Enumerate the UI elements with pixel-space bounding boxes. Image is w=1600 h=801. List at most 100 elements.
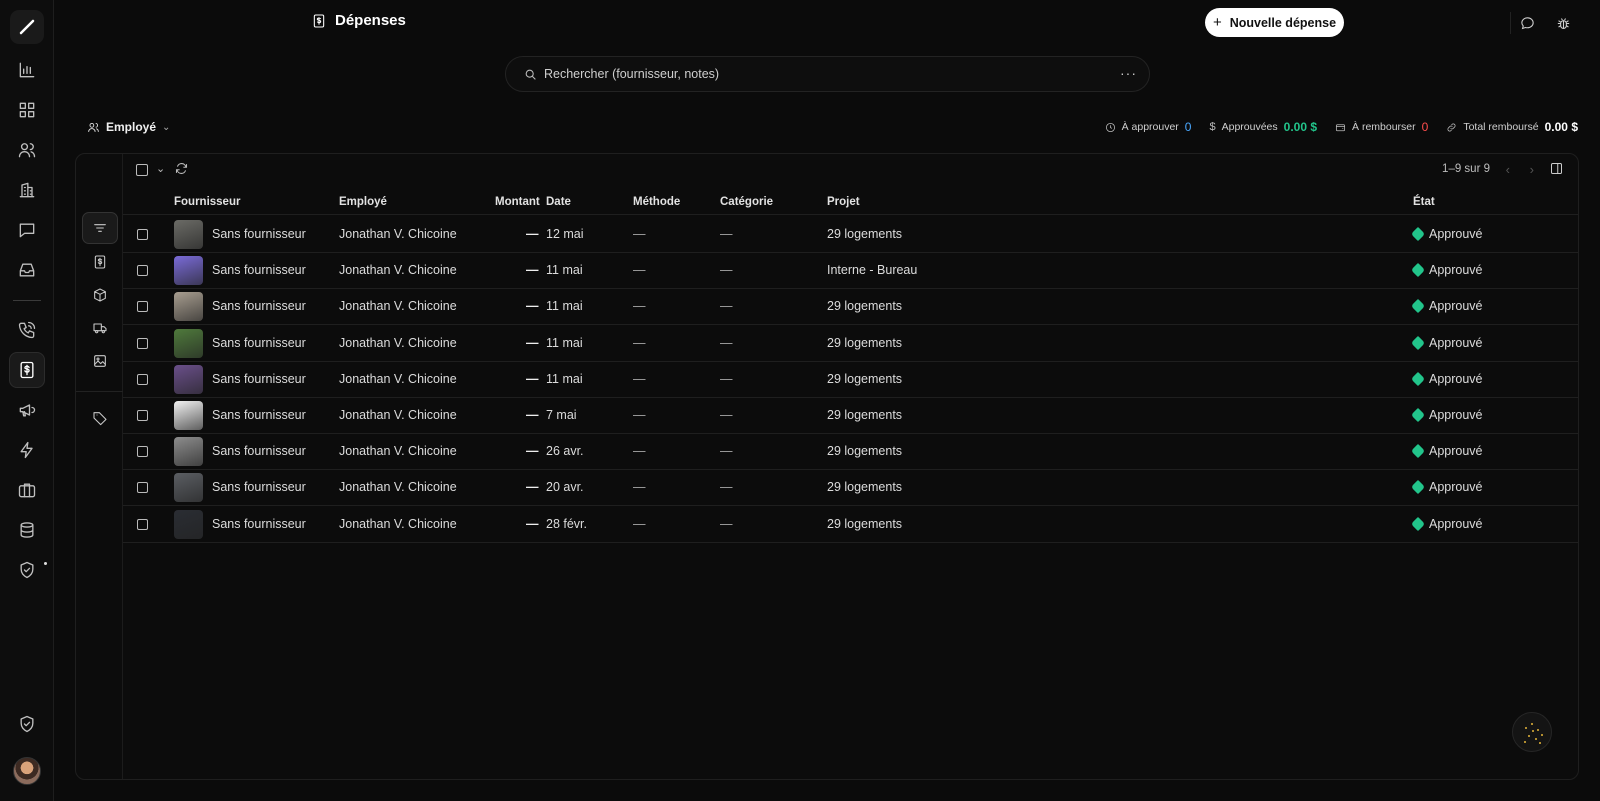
tag-status-icon (1410, 226, 1426, 242)
stat-label: Total remboursé (1463, 121, 1539, 133)
bug-icon[interactable] (1550, 10, 1576, 36)
table-row[interactable]: Sans fournisseur Jonathan V. Chicoine — 12 … (123, 216, 1578, 253)
lightning-icon[interactable] (9, 432, 45, 468)
cell-employee: Jonathan V. Chicoine (339, 444, 457, 459)
receipt-thumbnail[interactable] (174, 292, 203, 322)
row-checkbox[interactable] (137, 446, 148, 458)
tag-status-icon (1410, 480, 1426, 495)
user-avatar[interactable] (13, 757, 41, 785)
security-shield-icon[interactable] (9, 706, 45, 742)
table-row[interactable]: Sans fournisseur Jonathan V. Chicoine — 28 … (123, 506, 1578, 543)
cell-date: 11 mai (546, 263, 583, 278)
cell-category: — (720, 227, 733, 241)
image-icon[interactable] (82, 345, 118, 377)
megaphone-icon[interactable] (9, 392, 45, 428)
message-icon[interactable] (1514, 10, 1540, 36)
row-checkbox[interactable] (137, 265, 148, 277)
filter-icon[interactable] (82, 212, 118, 244)
table-row[interactable]: Sans fournisseur Jonathan V. Chicoine — 20 … (123, 469, 1578, 507)
inbox-icon[interactable] (9, 252, 45, 288)
cell-method: — (633, 227, 646, 241)
cell-status: Approuvé (1410, 263, 1483, 278)
cell-date: 12 mai (546, 227, 584, 241)
cell-project: 29 logements (827, 408, 903, 422)
status-label: Approuvé (1429, 263, 1483, 278)
table-row[interactable]: Sans fournisseur Jonathan V. Chicoine — 7 m… (123, 397, 1578, 434)
cell-category: — (720, 299, 733, 314)
tag-status-icon (1410, 299, 1426, 314)
cell-supplier: Sans fournisseur (212, 444, 306, 459)
cell-supplier: Sans fournisseur (212, 516, 306, 531)
refresh-icon[interactable] (174, 161, 189, 179)
row-checkbox[interactable] (137, 373, 148, 385)
search-input[interactable] (544, 67, 1104, 81)
cell-category: — (720, 263, 733, 278)
expenses-view-icon[interactable] (82, 246, 118, 278)
package-icon[interactable] (82, 279, 118, 311)
table-row[interactable]: Sans fournisseur Jonathan V. Chicoine — 11 … (123, 325, 1578, 362)
building-icon[interactable] (9, 172, 45, 208)
users-icon[interactable] (9, 132, 45, 168)
cell-method: — (633, 516, 646, 531)
column-header-project[interactable]: Projet (827, 196, 860, 208)
row-checkbox[interactable] (137, 301, 148, 313)
analytics-icon[interactable] (9, 52, 45, 88)
employee-filter[interactable]: Employé ⌄ (87, 120, 170, 134)
phone-icon[interactable] (9, 312, 45, 348)
chevron-right-icon[interactable]: › (1530, 162, 1534, 177)
receipt-thumbnail[interactable] (174, 473, 203, 503)
notification-dot (44, 562, 47, 565)
column-header-supplier[interactable]: Fournisseur (174, 196, 240, 208)
briefcase-icon[interactable] (9, 472, 45, 508)
column-header-status[interactable]: État (1413, 196, 1435, 208)
cell-method: — (633, 263, 646, 278)
column-header-amount[interactable]: Montant (495, 196, 540, 208)
row-checkbox[interactable] (137, 482, 148, 494)
dashboard-grid-icon[interactable] (9, 92, 45, 128)
chevron-down-icon[interactable]: ⌄ (156, 162, 165, 175)
more-options-icon[interactable]: ··· (1120, 65, 1137, 81)
chevron-left-icon[interactable]: ‹ (1506, 162, 1510, 177)
shield-check-icon[interactable] (9, 552, 45, 588)
row-checkbox[interactable] (137, 410, 148, 421)
cell-date: 11 mai (546, 299, 583, 314)
select-all-checkbox[interactable] (136, 164, 148, 176)
cell-status: Approuvé (1410, 444, 1483, 459)
receipt-thumbnail[interactable] (174, 328, 203, 358)
database-icon[interactable] (9, 512, 45, 548)
search-bar: ··· (505, 56, 1150, 92)
expenses-icon[interactable] (9, 352, 45, 388)
receipt-thumbnail[interactable] (174, 401, 203, 430)
receipt-thumbnail[interactable] (174, 256, 203, 286)
chat-icon[interactable] (9, 212, 45, 248)
receipt-thumbnail[interactable] (174, 437, 203, 467)
receipt-thumbnail[interactable] (174, 364, 203, 394)
column-header-date[interactable]: Date (546, 196, 571, 208)
table-row[interactable]: Sans fournisseur Jonathan V. Chicoine — 11 … (123, 252, 1578, 290)
row-checkbox[interactable] (137, 518, 148, 530)
cell-amount: — (526, 299, 539, 314)
cell-project: 29 logements (827, 371, 903, 386)
app-logo-icon[interactable] (10, 10, 44, 44)
sidebar-divider (13, 300, 41, 301)
new-expense-button[interactable]: + Nouvelle dépense (1205, 8, 1344, 37)
column-header-employee[interactable]: Employé (339, 196, 387, 208)
row-checkbox[interactable] (137, 337, 148, 349)
column-header-method[interactable]: Méthode (633, 196, 680, 208)
table-row[interactable]: Sans fournisseur Jonathan V. Chicoine — 11 … (123, 288, 1578, 326)
table-row[interactable]: Sans fournisseur Jonathan V. Chicoine — 26 … (123, 433, 1578, 471)
users-icon (88, 122, 99, 132)
assistant-sparkle-icon[interactable] (1512, 712, 1552, 752)
receipt-thumbnail[interactable] (174, 509, 203, 539)
tag-icon[interactable] (82, 402, 118, 434)
panel-toggle-icon[interactable] (1549, 161, 1564, 179)
stat-label: Approuvées (1221, 121, 1278, 133)
status-label: Approuvé (1429, 299, 1483, 314)
cell-supplier: Sans fournisseur (212, 299, 306, 314)
table-row[interactable]: Sans fournisseur Jonathan V. Chicoine — 11 … (123, 361, 1578, 398)
truck-icon[interactable] (82, 312, 118, 344)
receipt-thumbnail[interactable] (174, 220, 203, 249)
cell-supplier: Sans fournisseur (212, 480, 306, 495)
column-header-category[interactable]: Catégorie (720, 196, 773, 208)
row-checkbox[interactable] (137, 229, 148, 240)
